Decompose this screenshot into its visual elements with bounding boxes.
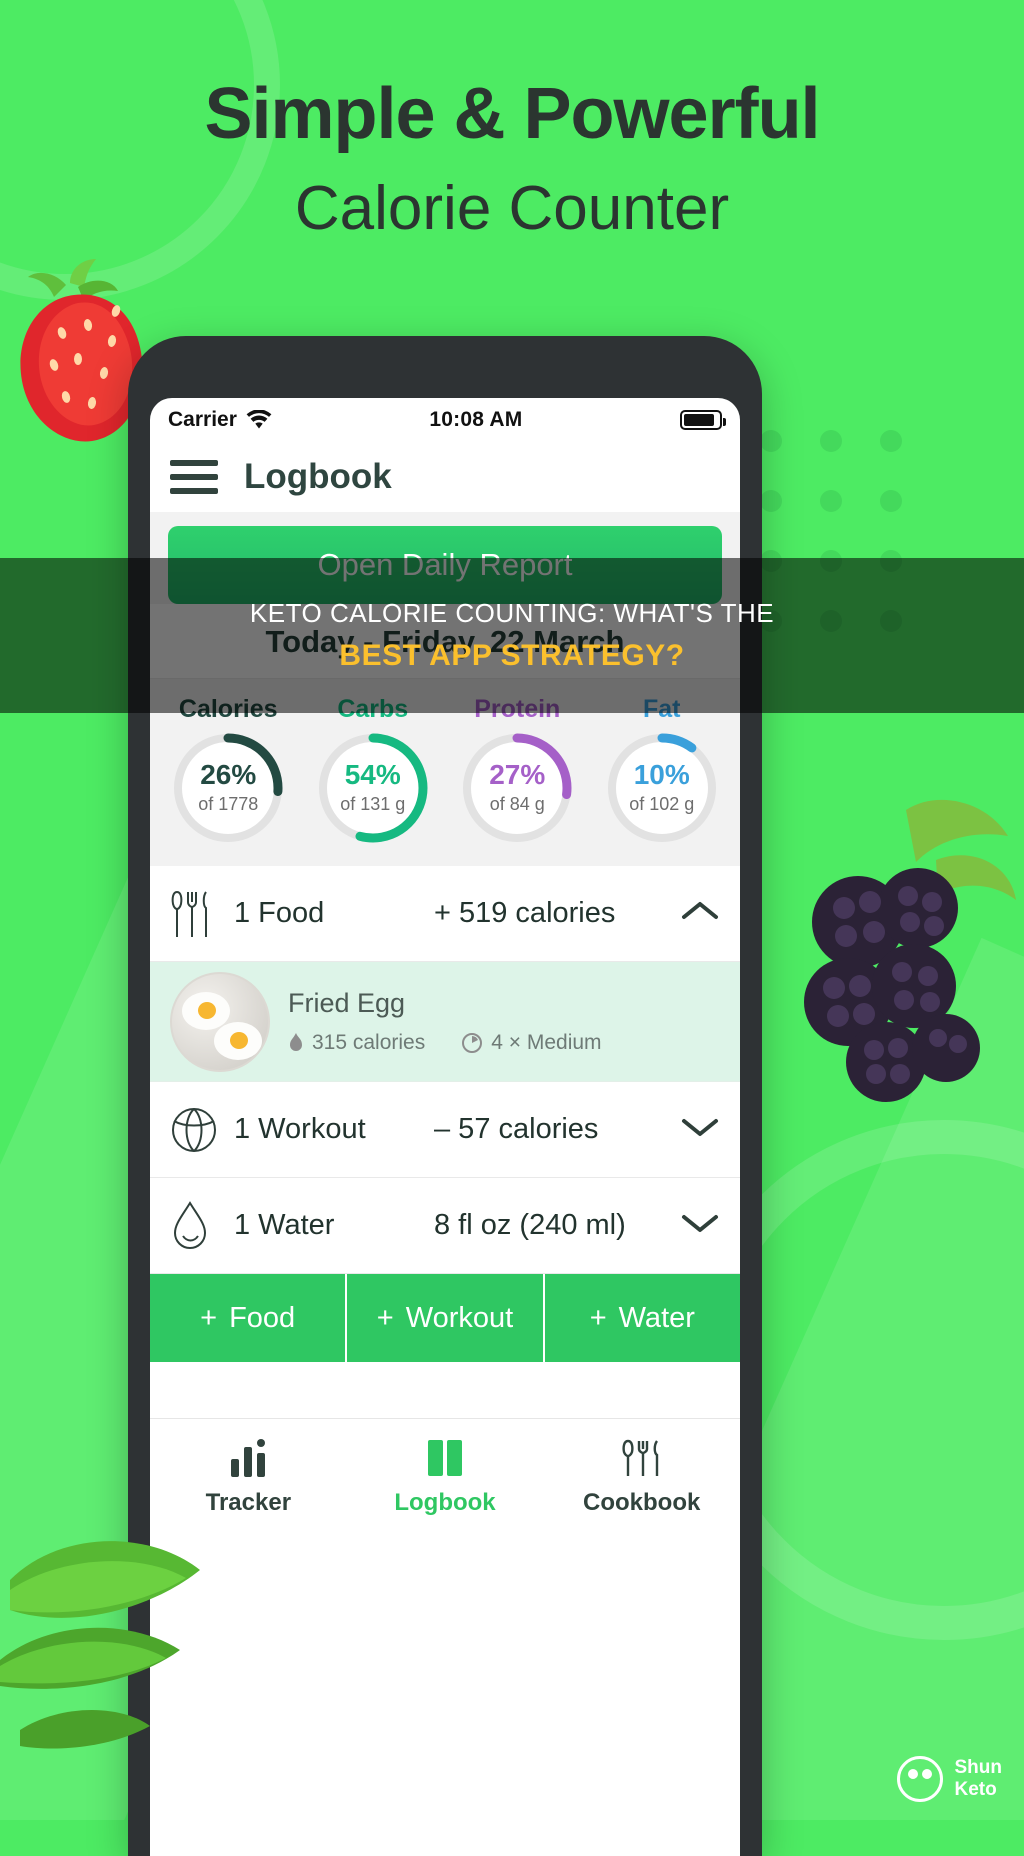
tab-cookbook[interactable]: Cookbook bbox=[543, 1433, 740, 1517]
cutlery-icon bbox=[543, 1433, 740, 1483]
water-section-row[interactable]: 1 Water 8 fl oz (240 ml) bbox=[150, 1178, 740, 1274]
overlay-line-2: BEST APP STRATEGY? bbox=[339, 639, 685, 672]
watermark-text: Shun Keto bbox=[955, 1757, 1003, 1801]
progress-ring: 26% of 1778 bbox=[170, 730, 286, 846]
macro-calories[interactable]: Calories 26% of 1778 bbox=[156, 695, 301, 846]
status-time: 10:08 AM bbox=[429, 408, 523, 431]
fried-egg-photo bbox=[170, 971, 270, 1072]
flame-icon bbox=[290, 1033, 302, 1051]
food-row-value: + 519 calories bbox=[434, 897, 616, 929]
progress-ring: 10% of 102 g bbox=[604, 730, 720, 846]
wifi-icon bbox=[246, 410, 272, 429]
add-food-button[interactable]: + Food bbox=[150, 1274, 348, 1362]
workout-row-title: 1 Workout bbox=[234, 1113, 366, 1145]
headline-line-1: Simple & Powerful bbox=[204, 74, 820, 154]
water-row-title: 1 Water bbox=[234, 1209, 335, 1241]
basketball-icon bbox=[170, 1106, 234, 1154]
headline-line-2: Calorie Counter bbox=[294, 174, 730, 243]
food-list-item[interactable]: Fried Egg 315 calories 4 × Medium bbox=[150, 962, 740, 1082]
app-navbar: Logbook bbox=[150, 442, 740, 512]
article-title-overlay: KETO CALORIE COUNTING: WHAT'S THE BEST A… bbox=[0, 558, 1024, 713]
chevron-down-icon[interactable] bbox=[680, 1211, 720, 1240]
site-watermark: Shun Keto bbox=[896, 1756, 1003, 1802]
add-workout-button[interactable]: + Workout bbox=[347, 1274, 545, 1362]
food-item-name: Fried Egg bbox=[288, 988, 406, 1018]
workout-row-value: – 57 calories bbox=[434, 1113, 599, 1145]
macro-carbs[interactable]: Carbs 54% of 131 g bbox=[301, 695, 446, 846]
tab-label: Cookbook bbox=[583, 1489, 701, 1516]
portion-icon bbox=[462, 1033, 483, 1053]
chevron-up-icon[interactable] bbox=[680, 899, 720, 928]
add-water-button[interactable]: + Water bbox=[544, 1274, 740, 1362]
food-item-calories: 315 calories bbox=[288, 1031, 425, 1055]
food-section-row[interactable]: 1 Food + 519 calories bbox=[150, 866, 740, 962]
book-icon bbox=[347, 1433, 544, 1483]
progress-ring: 54% of 131 g bbox=[315, 730, 431, 846]
macro-target: of 1778 bbox=[198, 794, 259, 814]
water-row-value: 8 fl oz (240 ml) bbox=[434, 1209, 626, 1241]
cutlery-icon bbox=[170, 888, 234, 940]
macro-fat[interactable]: Fat 10% of 102 g bbox=[590, 695, 735, 846]
macro-percent: 27% bbox=[489, 759, 546, 790]
macro-target: of 102 g bbox=[629, 794, 695, 814]
quick-add-bar: + Food + Workout + Water bbox=[150, 1274, 740, 1362]
blackberry-image bbox=[804, 799, 1016, 1102]
plus-icon: + bbox=[376, 1301, 394, 1334]
macro-percent: 54% bbox=[344, 759, 401, 790]
overlay-line-1: KETO CALORIE COUNTING: WHAT'S THE bbox=[249, 598, 775, 628]
progress-ring: 27% of 84 g bbox=[459, 730, 575, 846]
food-row-title: 1 Food bbox=[234, 897, 325, 929]
chevron-down-icon[interactable] bbox=[680, 1115, 720, 1144]
tab-label: Logbook bbox=[394, 1489, 496, 1516]
carrier-label: Carrier bbox=[168, 408, 237, 431]
workout-section-row[interactable]: 1 Workout – 57 calories bbox=[150, 1082, 740, 1178]
tab-logbook[interactable]: Logbook bbox=[347, 1433, 544, 1517]
content-spacer bbox=[150, 1362, 740, 1418]
poster-headline: Simple & Powerful Calorie Counter bbox=[0, 78, 1024, 240]
watermark-line-2: Keto bbox=[954, 1779, 997, 1800]
macro-target: of 131 g bbox=[340, 794, 406, 814]
hamburger-menu-icon[interactable] bbox=[170, 460, 218, 494]
plus-icon: + bbox=[200, 1301, 218, 1334]
bottom-tab-bar: Tracker Logbook Cookbook bbox=[150, 1418, 740, 1517]
page-title: Logbook bbox=[244, 457, 392, 496]
macro-percent: 10% bbox=[633, 759, 690, 790]
macro-protein[interactable]: Protein 27% of 84 g bbox=[445, 695, 590, 846]
paw-circle-icon bbox=[896, 1756, 943, 1802]
battery-icon bbox=[680, 410, 726, 430]
status-bar: Carrier 10:08 AM bbox=[150, 398, 740, 442]
plus-icon: + bbox=[589, 1301, 607, 1334]
water-drop-icon bbox=[170, 1200, 234, 1252]
macro-target: of 84 g bbox=[489, 794, 545, 814]
watermark-line-1: Shun bbox=[954, 1757, 1003, 1779]
macro-percent: 26% bbox=[200, 759, 257, 790]
basil-leaf-image bbox=[0, 1541, 200, 1749]
food-item-portion: 4 × Medium bbox=[461, 1031, 602, 1055]
